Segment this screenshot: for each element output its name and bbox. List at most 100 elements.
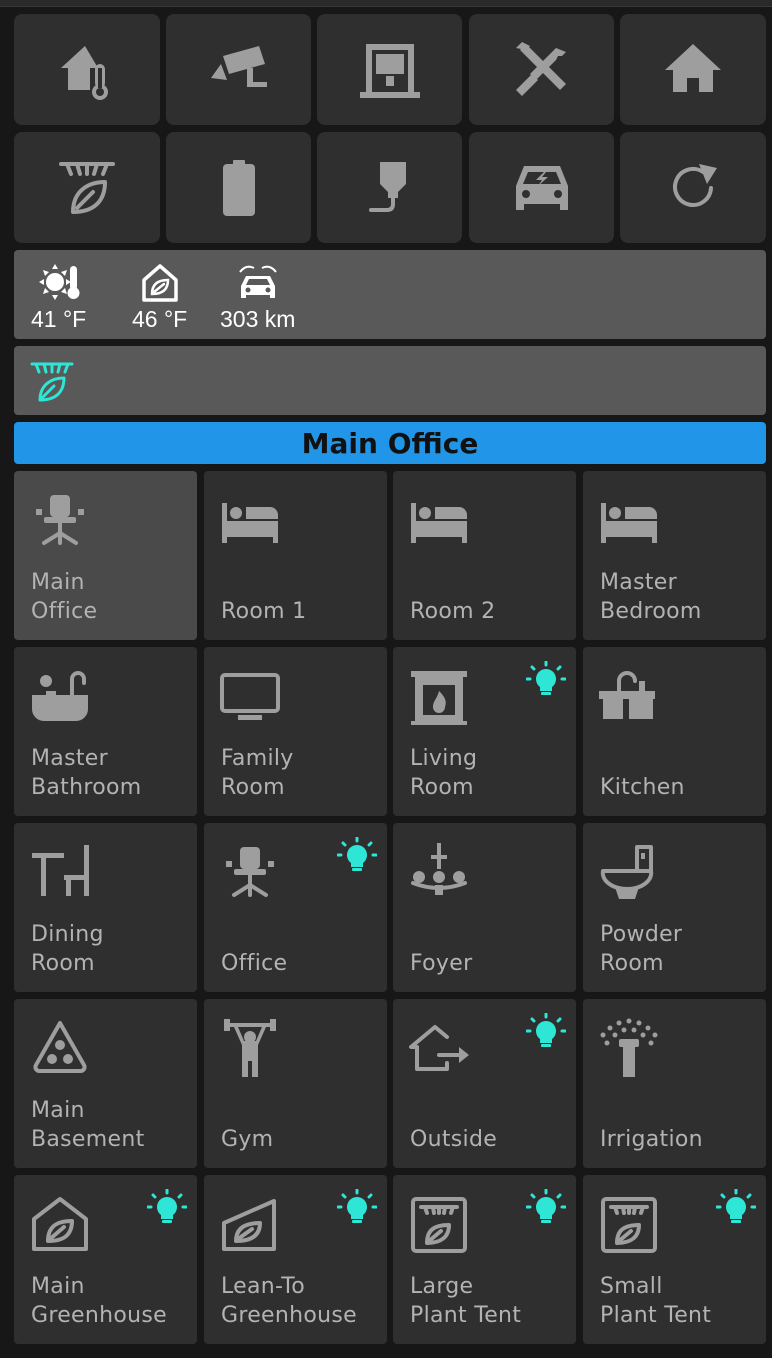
dining-table-chair-icon	[32, 845, 89, 896]
room-label: Lean-To Greenhouse	[221, 1274, 357, 1328]
top-border	[0, 0, 772, 7]
room-tile-large-plant-tent[interactable]: Large Plant Tent	[393, 1175, 576, 1344]
home-nav-button[interactable]	[620, 14, 766, 125]
light-bulb-on-icon	[337, 837, 377, 871]
room-label: Living Room	[410, 746, 478, 800]
room-tile-lean-to-greenhouse[interactable]: Lean-To Greenhouse	[204, 1175, 387, 1344]
room-tile-gym[interactable]: Gym	[204, 999, 387, 1168]
room-tile-main-basement[interactable]: Main Basement	[14, 999, 197, 1168]
security-camera-nav-button[interactable]	[166, 14, 311, 125]
active-devices-bar[interactable]	[14, 346, 766, 415]
room-label: Gym	[221, 1127, 274, 1152]
light-bulb-on-icon	[337, 1189, 377, 1223]
greenhouse-icon	[32, 1197, 88, 1251]
status-bar: 41 °F 46 °F 303 km	[14, 250, 766, 339]
room-tile-foyer[interactable]: Foyer	[393, 823, 576, 992]
climate-nav-button[interactable]	[14, 14, 160, 125]
cctv-camera-icon	[210, 45, 267, 87]
room-label: Main Basement	[31, 1098, 145, 1152]
room-tile-main-office[interactable]: Main Office	[14, 471, 197, 640]
room-tile-master-bedroom[interactable]: Master Bedroom	[583, 471, 766, 640]
basement-icon	[33, 1021, 87, 1073]
room-label: Outside	[410, 1127, 498, 1152]
room-label: Foyer	[410, 951, 473, 976]
battery-icon	[222, 159, 255, 216]
outdoor-temp: 41 °F	[31, 306, 87, 332]
television-icon	[220, 673, 280, 720]
garage-nav-button[interactable]	[317, 14, 462, 125]
refresh-icon	[673, 163, 717, 207]
kitchen-sink-icon	[599, 671, 655, 719]
light-bulb-on-icon	[526, 661, 566, 695]
electric-car-icon	[515, 165, 568, 210]
car-doors-open-icon	[238, 265, 277, 298]
grow-light-leaf-icon	[59, 161, 115, 214]
exit-house-icon	[409, 1025, 469, 1071]
room-tile-powder-room[interactable]: Powder Room	[583, 823, 766, 992]
room-label: Family Room	[221, 746, 294, 800]
room-label: Room 1	[221, 599, 307, 624]
room-label: Room 2	[410, 599, 496, 624]
light-bulb-on-icon	[526, 1189, 566, 1223]
tools-icon	[515, 41, 566, 96]
electric-car-nav-button[interactable]	[469, 132, 614, 243]
room-label: Main Office	[31, 570, 98, 624]
bed-icon	[222, 503, 278, 543]
room-tile-master-bathroom[interactable]: Master Bathroom	[14, 647, 197, 816]
room-tile-outside[interactable]: Outside	[393, 999, 576, 1168]
room-label: Master Bedroom	[600, 570, 702, 624]
room-label: Dining Room	[31, 922, 104, 976]
room-label: Powder Room	[600, 922, 683, 976]
bed-icon	[601, 503, 657, 543]
light-bulb-on-icon	[716, 1189, 756, 1223]
room-tile-dining-room[interactable]: Dining Room	[14, 823, 197, 992]
room-tile-room-2[interactable]: Room 2	[393, 471, 576, 640]
bed-icon	[411, 503, 467, 543]
fireplace-icon	[411, 671, 467, 725]
room-tile-living-room[interactable]: Living Room	[393, 647, 576, 816]
room-tile-irrigation[interactable]: Irrigation	[583, 999, 766, 1168]
office-chair-icon	[226, 847, 274, 897]
sprinkler-icon	[600, 1018, 658, 1077]
room-label: Master Bathroom	[31, 746, 142, 800]
office-chair-icon	[36, 495, 84, 545]
garage-door-icon	[359, 43, 420, 98]
grow-tent-icon	[601, 1197, 657, 1253]
light-bulb-on-icon	[526, 1013, 566, 1047]
greenhouse-icon	[141, 264, 178, 302]
room-tile-family-room[interactable]: Family Room	[204, 647, 387, 816]
battery-nav-button[interactable]	[166, 132, 311, 243]
room-tile-kitchen[interactable]: Kitchen	[583, 647, 766, 816]
greenhouse-stat[interactable]: 46 °F	[132, 260, 187, 333]
outdoor-weather-stat[interactable]: 41 °F	[31, 260, 86, 333]
room-label: Large Plant Tent	[410, 1274, 522, 1328]
room-label: Office	[221, 951, 288, 976]
room-tile-main-greenhouse[interactable]: Main Greenhouse	[14, 1175, 197, 1344]
sun-thermometer-icon	[38, 264, 80, 300]
refresh-nav-button[interactable]	[620, 132, 766, 243]
room-label: Kitchen	[600, 775, 685, 800]
weightlifter-icon	[224, 1019, 276, 1077]
room-label: Small Plant Tent	[600, 1274, 712, 1328]
tools-nav-button[interactable]	[469, 14, 614, 125]
current-room-title: Main Office	[14, 422, 766, 464]
toilet-icon	[600, 845, 654, 899]
grow-light-nav-button[interactable]	[14, 132, 160, 243]
room-tile-office[interactable]: Office	[204, 823, 387, 992]
bathtub-icon	[32, 671, 88, 721]
room-tile-room-1[interactable]: Room 1	[204, 471, 387, 640]
power-plug-icon	[368, 161, 406, 212]
room-label: Irrigation	[600, 1127, 703, 1152]
room-label: Main Greenhouse	[31, 1274, 167, 1328]
car-range-stat[interactable]: 303 km	[220, 260, 295, 333]
lean-to-greenhouse-icon	[222, 1199, 276, 1251]
light-bulb-on-icon	[147, 1189, 187, 1223]
home-icon	[665, 43, 721, 92]
room-tile-small-plant-tent[interactable]: Small Plant Tent	[583, 1175, 766, 1344]
grow-tent-icon	[411, 1197, 467, 1253]
car-range: 303 km	[220, 306, 296, 332]
chandelier-icon	[411, 843, 467, 895]
power-inlet-nav-button[interactable]	[317, 132, 462, 243]
grow-light-leaf-icon	[30, 362, 74, 402]
greenhouse-temp: 46 °F	[132, 306, 188, 332]
